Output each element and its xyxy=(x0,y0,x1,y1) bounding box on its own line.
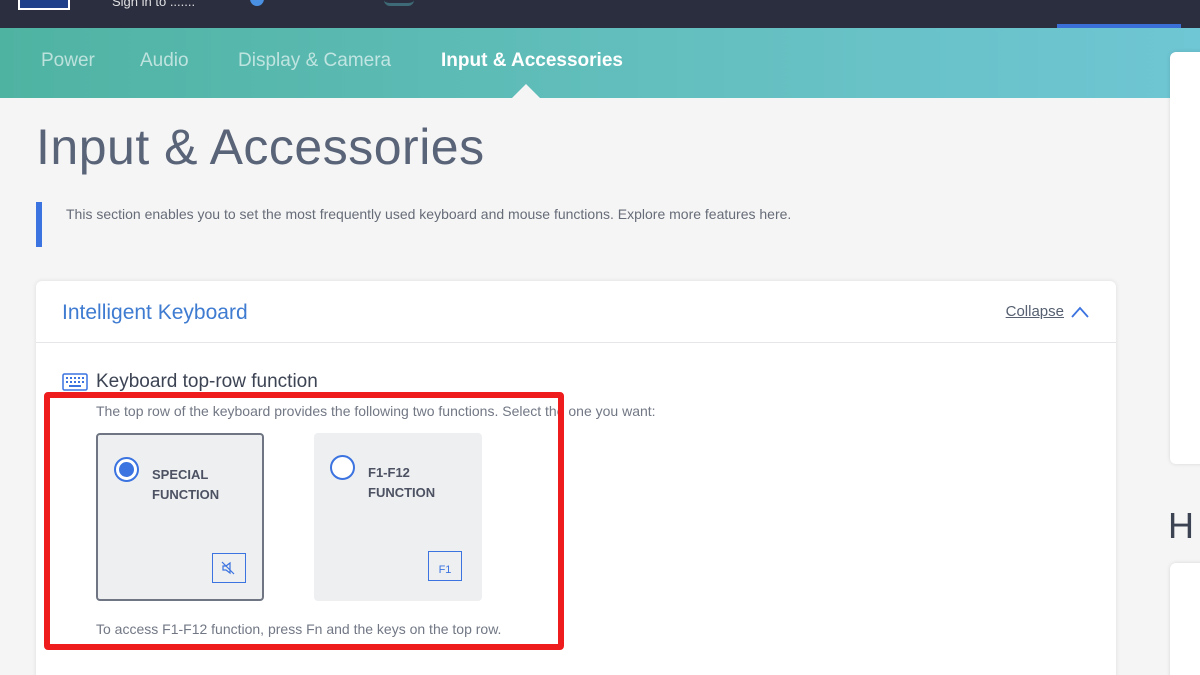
tab-input-accessories[interactable]: Input & Accessories xyxy=(441,50,623,72)
collapse-label: Collapse xyxy=(1005,303,1064,320)
tab-audio[interactable]: Audio xyxy=(140,50,189,72)
top-bar: Sign in to ....... xyxy=(0,0,1200,28)
keyboard-top-row-title: Keyboard top-row function xyxy=(96,371,318,392)
account-status-icon xyxy=(250,0,264,6)
app-window: Sign in to ....... Power Audio Display &… xyxy=(0,0,1200,675)
section-info-text: This section enables you to set the most… xyxy=(66,206,792,222)
tab-display-camera[interactable]: Display & Camera xyxy=(238,50,391,72)
category-nav: Power Audio Display & Camera Input & Acc… xyxy=(0,28,1200,98)
account-text[interactable]: Sign in to ....... xyxy=(112,0,195,9)
collapse-button[interactable]: Collapse xyxy=(1006,303,1090,320)
f1-f12-function-option[interactable]: F1-F12 FUNCTION F1 xyxy=(314,433,482,601)
side-panel-heading: H xyxy=(1168,505,1194,546)
f1-f12-function-radio[interactable] xyxy=(330,455,355,480)
card-header: Intelligent Keyboard Collapse xyxy=(36,281,1116,343)
active-tab-indicator xyxy=(512,84,540,98)
special-function-radio[interactable] xyxy=(114,457,139,482)
info-accent-bar xyxy=(36,202,42,247)
f1-key-icon: F1 xyxy=(428,551,462,581)
special-function-label: SPECIAL FUNCTION xyxy=(152,467,220,502)
side-panel-card xyxy=(1170,52,1200,464)
keyboard-top-row-description: The top row of the keyboard provides the… xyxy=(96,403,656,419)
app-title-fragment xyxy=(384,0,414,6)
chevron-up-icon xyxy=(1071,306,1089,318)
side-panel-card-lower xyxy=(1170,563,1200,675)
page-title: Input & Accessories xyxy=(36,119,485,175)
special-function-option[interactable]: SPECIAL FUNCTION xyxy=(96,433,264,601)
app-logo xyxy=(18,0,70,10)
tab-power[interactable]: Power xyxy=(41,50,95,72)
card-title: Intelligent Keyboard xyxy=(62,301,248,324)
intelligent-keyboard-card: Intelligent Keyboard Collapse Keyboard t… xyxy=(36,281,1116,675)
f1-f12-function-label: F1-F12 FUNCTION xyxy=(368,465,436,500)
fn-access-note: To access F1-F12 function, press Fn and … xyxy=(96,621,502,637)
keyboard-icon xyxy=(62,373,88,391)
mute-key-icon xyxy=(212,553,246,583)
f1-key-text: F1 xyxy=(438,564,452,576)
